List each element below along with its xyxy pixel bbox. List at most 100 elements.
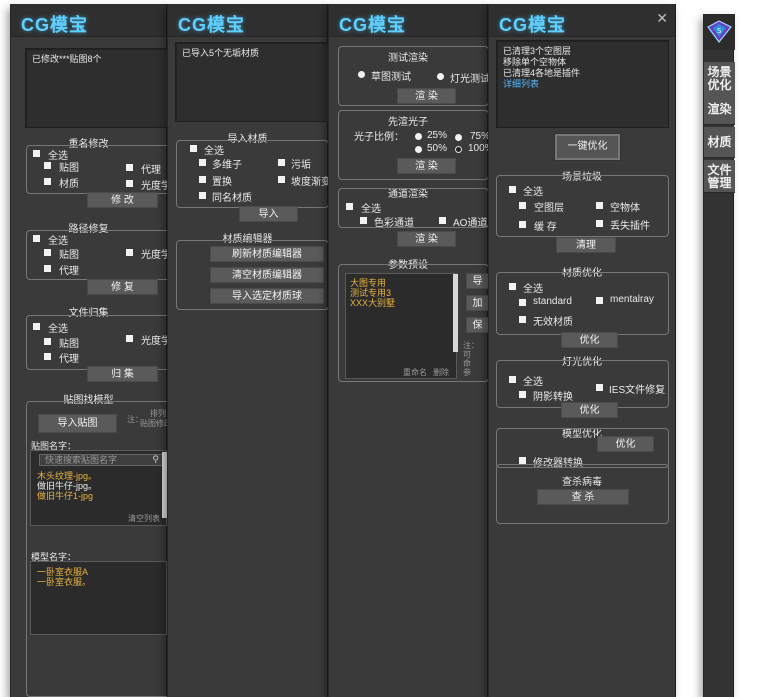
checkbox-modifier-convert[interactable]	[519, 457, 526, 464]
optimize-button[interactable]: 优化	[597, 436, 654, 452]
preset-list[interactable]: 大图专用 测试专用3 XXX大别墅 重命名 删除	[345, 273, 457, 379]
checkbox-ies-repair[interactable]	[596, 384, 603, 391]
sidebar-item-render[interactable]: 渲染	[704, 94, 735, 125]
checkbox-select-all[interactable]	[33, 323, 40, 330]
import-button[interactable]: 导入	[239, 206, 298, 222]
checkbox-select-all[interactable]	[509, 186, 516, 193]
checkbox-select-all[interactable]	[190, 145, 197, 152]
rename-link[interactable]: 重命名	[403, 368, 427, 378]
label-select-all: 全选	[48, 324, 68, 335]
checkbox-invalid-material[interactable]	[519, 316, 526, 323]
radio-50[interactable]	[415, 146, 422, 153]
label-draft-test: 草图测试	[371, 72, 411, 83]
label-multi-sub: 多维子	[212, 160, 242, 171]
list-item[interactable]: 木头纹理-jpg。	[37, 471, 97, 481]
modify-button[interactable]: 修 改	[87, 192, 158, 208]
list-item[interactable]: 测试专用3	[350, 288, 452, 298]
sidebar-item-scene-optimize[interactable]: 场景 优化	[704, 62, 735, 97]
clear-material-editor-button[interactable]: 清空材质编辑器	[210, 267, 324, 283]
label-select-all: 全选	[48, 236, 68, 247]
search-icon[interactable]: ⚲	[152, 454, 159, 464]
checkbox-select-all[interactable]	[509, 283, 516, 290]
refresh-material-editor-button[interactable]: 刷新材质编辑器	[210, 246, 324, 262]
collect-button[interactable]: 归 集	[87, 366, 158, 382]
preset-save-button[interactable]: 保	[466, 317, 489, 333]
list-item[interactable]: 一卧室衣服。	[37, 577, 91, 587]
clean-button[interactable]: 清理	[556, 237, 616, 253]
label-proxy: 代理	[59, 354, 79, 365]
checkbox-map[interactable]	[44, 162, 51, 169]
render-button[interactable]: 渲 染	[397, 88, 456, 104]
checkbox-dirt[interactable]	[278, 159, 285, 166]
checkbox-photometric[interactable]	[126, 180, 133, 187]
render-button[interactable]: 渲 染	[397, 158, 456, 174]
sidebar-item-material[interactable]: 材质	[704, 127, 735, 158]
one-click-optimize-button[interactable]: 一键优化	[555, 134, 620, 160]
radio-light-test[interactable]	[437, 73, 444, 80]
clear-list-link[interactable]: 清空列表	[128, 514, 160, 524]
checkbox-photometric[interactable]	[126, 335, 133, 342]
label-proxy: 代理	[59, 266, 79, 277]
checkbox-proxy[interactable]	[44, 353, 51, 360]
checkbox-slope-gradient[interactable]	[278, 176, 285, 183]
map-list[interactable]: 快速搜索贴图名字 ⚲ 木头纹理-jpg。 做旧牛仔-jpg。 做旧牛仔1-jpg…	[30, 450, 167, 526]
label-select-all: 全选	[523, 377, 543, 388]
model-list[interactable]: 一卧室衣服A 一卧室衣服。	[30, 561, 167, 635]
sidebar-item-file-manage[interactable]: 文件 管理	[704, 160, 735, 193]
scrollbar[interactable]	[453, 274, 458, 352]
render-button[interactable]: 渲 染	[397, 231, 456, 247]
list-item[interactable]: XXX大别墅	[350, 298, 452, 308]
repair-button[interactable]: 修 复	[87, 279, 158, 295]
checkbox-proxy[interactable]	[44, 265, 51, 272]
label-cache: 缓 存	[534, 222, 557, 233]
checkbox-select-all[interactable]	[33, 235, 40, 242]
list-item[interactable]: 做旧牛仔1-jpg	[37, 491, 97, 501]
log-output: 已修改***贴图8个	[25, 48, 168, 128]
checkbox-select-all[interactable]	[509, 376, 516, 383]
checkbox-same-name-material[interactable]	[199, 192, 206, 199]
checkbox-multi-sub[interactable]	[199, 159, 206, 166]
map-search-input[interactable]: 快速搜索贴图名字 ⚲	[39, 454, 163, 466]
preset-import-button[interactable]: 导	[466, 273, 489, 289]
checkbox-material[interactable]	[44, 178, 51, 185]
checkbox-shadow-convert[interactable]	[519, 391, 526, 398]
list-item[interactable]: 大图专用	[350, 278, 452, 288]
checkbox-ao-channel[interactable]	[439, 217, 446, 224]
checkbox-missing-plugin[interactable]	[596, 220, 603, 227]
radio-100[interactable]	[455, 146, 462, 153]
list-item[interactable]: 做旧牛仔-jpg。	[37, 481, 97, 491]
checkbox-select-all[interactable]	[346, 203, 353, 210]
label-empty-layer: 空图层	[534, 203, 564, 214]
checkbox-standard[interactable]	[519, 299, 526, 306]
log-output: 已清理3个空图层 移除单个空物体 已清理4各地是插件 详细列表	[496, 40, 669, 128]
checkbox-empty-object[interactable]	[596, 202, 603, 209]
checkbox-cache[interactable]	[519, 221, 526, 228]
optimize-button[interactable]: 优化	[561, 332, 618, 348]
optimize-button[interactable]: 优化	[561, 402, 618, 418]
checkbox-select-all[interactable]	[33, 150, 40, 157]
svg-text:S: S	[717, 27, 722, 35]
radio-75[interactable]	[455, 134, 462, 141]
checkbox-photometric[interactable]	[126, 249, 133, 256]
radio-25[interactable]	[415, 133, 422, 140]
radio-draft-test[interactable]	[358, 71, 365, 78]
checkbox-proxy[interactable]	[126, 164, 133, 171]
virus-scan-button[interactable]: 查 杀	[537, 489, 629, 505]
details-link[interactable]: 详细列表	[503, 79, 662, 90]
checkbox-map[interactable]	[44, 249, 51, 256]
list-item[interactable]: 一卧室衣服A	[37, 567, 91, 577]
delete-link[interactable]: 删除	[433, 368, 449, 378]
import-map-button[interactable]: 导入贴图	[38, 414, 117, 433]
import-selected-material-button[interactable]: 导入选定材质球	[210, 288, 324, 304]
checkbox-mentalray[interactable]	[596, 297, 603, 304]
checkbox-color-channel[interactable]	[360, 217, 367, 224]
checkbox-map[interactable]	[44, 338, 51, 345]
checkbox-displacement[interactable]	[199, 176, 206, 183]
close-icon[interactable]: ✕	[656, 10, 668, 27]
log-output: 已导入5个无垢材质	[175, 42, 329, 122]
label-ies-repair: IES文件修复	[609, 385, 666, 396]
checkbox-empty-layer[interactable]	[519, 202, 526, 209]
label-map: 贴图	[59, 163, 79, 174]
app-logo: CG模宝	[21, 15, 88, 35]
preset-add-button[interactable]: 加	[466, 295, 489, 311]
